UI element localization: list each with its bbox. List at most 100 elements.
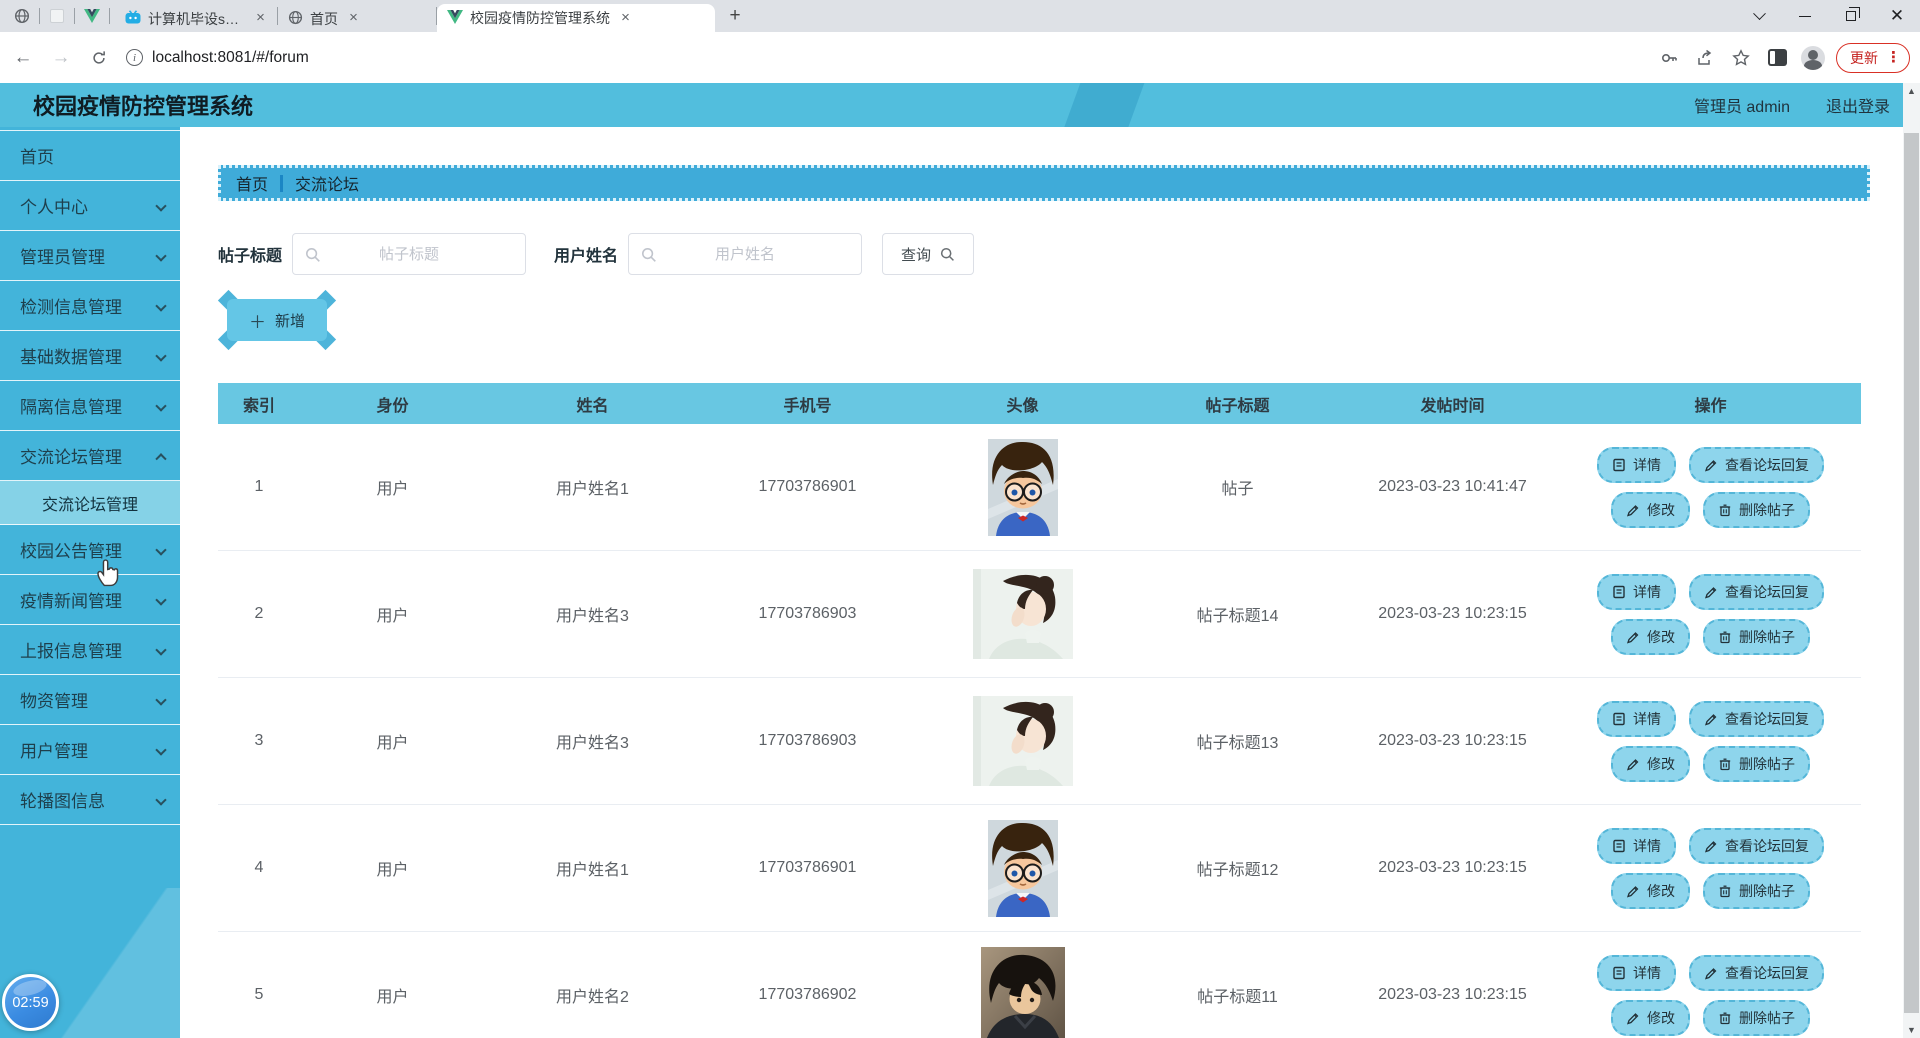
column-header-name: 姓名	[576, 397, 609, 415]
detail-button[interactable]: 详情	[1597, 573, 1676, 610]
sidebar-item-carousel-info[interactable]: 轮播图信息	[0, 775, 180, 825]
browser-tab-1[interactable]: 计算机毕设springboot校园疫情 ×	[115, 5, 277, 32]
trash-icon	[1718, 503, 1732, 517]
tab-title: 校园疫情防控管理系统	[470, 10, 610, 26]
close-icon[interactable]: ×	[617, 9, 634, 27]
add-button[interactable]: ＋ 新增	[227, 299, 327, 341]
cell-post-title: 帖子标题12	[1196, 862, 1279, 879]
sidebar-item-label: 上报信息管理	[20, 642, 122, 661]
column-header-time: 发帖时间	[1420, 397, 1485, 415]
tab-separator	[39, 8, 40, 24]
forward-icon[interactable]: →	[46, 43, 76, 73]
profile-avatar-icon[interactable]	[1800, 45, 1826, 71]
chevron-down-icon	[155, 743, 167, 756]
current-user-label: 管理员 admin	[1693, 99, 1790, 116]
edit-button[interactable]: 修改	[1611, 618, 1690, 655]
delete-post-button[interactable]: 删除帖子	[1703, 618, 1810, 655]
sidebar-item-report-info-mgmt[interactable]: 上报信息管理	[0, 625, 180, 675]
view-replies-button[interactable]: 查看论坛回复	[1689, 700, 1824, 737]
table-header-row: 索引 身份 姓名 手机号 头像 帖子标题 发帖时间 操作	[218, 383, 1861, 424]
vue-icon[interactable]	[80, 4, 104, 28]
detail-button[interactable]: 详情	[1597, 827, 1676, 864]
sidebar-item-quarantine-info-mgmt[interactable]: 隔离信息管理	[0, 381, 180, 431]
detail-button[interactable]: 详情	[1597, 954, 1676, 991]
browser-update-button[interactable]: 更新 ⋮	[1836, 42, 1910, 73]
view-replies-button[interactable]: 查看论坛回复	[1689, 827, 1824, 864]
sidebar-item-label: 轮播图信息	[20, 792, 105, 811]
browser-toolbar: ← → i localhost:8081/#/forum 更新 ⋮	[0, 32, 1920, 83]
password-key-icon[interactable]	[1656, 45, 1682, 71]
scrollbar-thumb[interactable]	[1904, 133, 1919, 1013]
minimize-button[interactable]	[1782, 0, 1828, 32]
mouse-cursor-hand	[94, 556, 121, 587]
side-panel-icon[interactable]	[1764, 45, 1790, 71]
sidebar-item-personal-center[interactable]: 个人中心	[0, 181, 180, 231]
scroll-down-arrow-icon[interactable]: ▼	[1903, 1022, 1920, 1038]
sidebar-item-base-data-mgmt[interactable]: 基础数据管理	[0, 331, 180, 381]
query-button[interactable]: 查询	[882, 233, 975, 275]
column-header-index: 索引	[242, 397, 275, 415]
detail-button[interactable]: 详情	[1597, 700, 1676, 737]
bookmark-star-icon[interactable]	[1728, 45, 1754, 71]
restore-button[interactable]	[1828, 0, 1874, 32]
cell-post-time: 2023-03-23 10:23:15	[1378, 986, 1527, 1003]
document-icon	[1612, 839, 1626, 853]
view-replies-button[interactable]: 查看论坛回复	[1689, 573, 1824, 610]
sidebar-item-label: 基础数据管理	[20, 348, 122, 367]
edit-button[interactable]: 修改	[1611, 872, 1690, 909]
chevron-down-icon	[155, 299, 167, 312]
table-row: 1 用户 用户姓名1 17703786901 帖子 2023-03-23 10:…	[218, 424, 1861, 551]
cell-phone: 17703786903	[758, 732, 857, 749]
chevron-down-icon	[155, 693, 167, 706]
cell-name: 用户姓名3	[556, 608, 629, 625]
kebab-menu-icon[interactable]: ⋮	[1886, 50, 1901, 65]
edit-button[interactable]: 修改	[1611, 745, 1690, 782]
page-scrollbar[interactable]: ▲ ▼	[1903, 83, 1920, 1038]
sidebar-item-home[interactable]: 首页	[0, 131, 180, 181]
delete-post-button[interactable]: 删除帖子	[1703, 872, 1810, 909]
close-icon[interactable]: ×	[252, 10, 269, 27]
new-tab-button[interactable]: +	[721, 2, 749, 30]
reload-icon[interactable]	[84, 43, 114, 73]
blank-page-icon[interactable]	[45, 4, 69, 28]
url-text[interactable]: localhost:8081/#/forum	[152, 49, 309, 67]
trash-icon	[1718, 884, 1732, 898]
logout-link[interactable]: 退出登录	[1826, 93, 1890, 117]
site-info-icon[interactable]: i	[126, 49, 143, 66]
column-header-phone: 手机号	[783, 397, 832, 415]
sidebar-item-user-mgmt[interactable]: 用户管理	[0, 725, 180, 775]
back-icon[interactable]: ←	[8, 43, 38, 73]
view-replies-button[interactable]: 查看论坛回复	[1689, 446, 1824, 483]
browser-menu-chevron-icon[interactable]	[1736, 0, 1782, 32]
cell-actions: 详情 查看论坛回复 修改 删除帖子	[1560, 805, 1861, 931]
browser-tab-2[interactable]: 首页 ×	[278, 5, 436, 32]
edit-button[interactable]: 修改	[1611, 999, 1690, 1036]
delete-post-button[interactable]: 删除帖子	[1703, 745, 1810, 782]
user-name-input[interactable]	[629, 234, 862, 274]
edit-button[interactable]: 修改	[1611, 491, 1690, 528]
browser-tab-active[interactable]: 校园疫情防控管理系统 ×	[437, 4, 715, 32]
pencil-icon	[1704, 458, 1718, 472]
sidebar-subitem-forum-mgmt-active[interactable]: 交流论坛管理	[0, 481, 180, 525]
close-window-button[interactable]: ✕	[1874, 0, 1920, 32]
sidebar-item-supplies-mgmt[interactable]: 物资管理	[0, 675, 180, 725]
view-replies-button[interactable]: 查看论坛回复	[1689, 954, 1824, 991]
detail-button[interactable]: 详情	[1597, 446, 1676, 483]
sidebar-item-campus-notice-mgmt[interactable]: 校园公告管理	[0, 525, 180, 575]
breadcrumb-home[interactable]: 首页	[236, 171, 268, 195]
sidebar-item-test-info-mgmt[interactable]: 检测信息管理	[0, 281, 180, 331]
share-icon[interactable]	[1692, 45, 1718, 71]
delete-post-button[interactable]: 删除帖子	[1703, 491, 1810, 528]
globe-icon[interactable]	[10, 4, 34, 28]
pencil-icon	[1704, 966, 1718, 980]
delete-post-button[interactable]: 删除帖子	[1703, 999, 1810, 1036]
scroll-up-arrow-icon[interactable]: ▲	[1903, 83, 1920, 99]
trash-icon	[1718, 630, 1732, 644]
cell-avatar	[915, 805, 1130, 931]
sidebar-item-admin-mgmt[interactable]: 管理员管理	[0, 231, 180, 281]
address-bar[interactable]: i localhost:8081/#/forum	[126, 49, 309, 67]
sidebar-item-epidemic-news-mgmt[interactable]: 疫情新闻管理	[0, 575, 180, 625]
close-icon[interactable]: ×	[345, 10, 362, 27]
sidebar-item-forum-mgmt[interactable]: 交流论坛管理	[0, 431, 180, 481]
post-title-input[interactable]	[293, 234, 526, 274]
